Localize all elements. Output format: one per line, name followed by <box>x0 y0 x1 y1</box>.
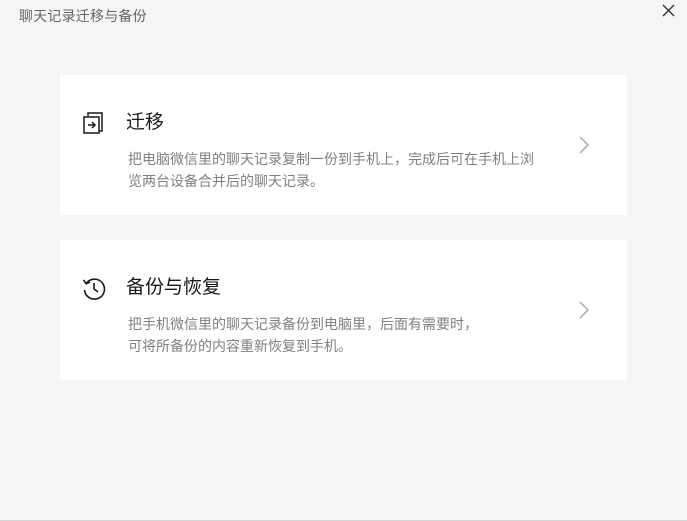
migrate-description: 把电脑微信里的聊天记录复制一份到手机上，完成后可在手机上浏 览两台设备合并后的聊… <box>128 149 573 193</box>
migrate-title: 迁移 <box>126 111 165 133</box>
migrate-card[interactable]: 迁移 把电脑微信里的聊天记录复制一份到手机上，完成后可在手机上浏 览两台设备合并… <box>60 75 627 215</box>
history-clock-icon <box>82 278 106 300</box>
backup-restore-card[interactable]: 备份与恢复 把手机微信里的聊天记录备份到电脑里，后面有需要时， 可将所备份的内容… <box>60 240 627 380</box>
backup-restore-title: 备份与恢复 <box>126 276 222 298</box>
window-title: 聊天记录迁移与备份 <box>19 9 147 25</box>
chat-history-migrate-backup-window: 聊天记录迁移与备份 迁移 把电脑微信里的聊天记录复制一份到手机上，完成后可在手机… <box>0 0 687 521</box>
close-icon <box>662 4 674 16</box>
migrate-icon <box>83 112 103 134</box>
backup-restore-description-line-1: 把手机微信里的聊天记录备份到电脑里，后面有需要时， <box>128 317 478 333</box>
migrate-description-line-2: 览两台设备合并后的聊天记录。 <box>128 174 324 190</box>
close-button[interactable] <box>659 1 677 19</box>
chevron-right-icon <box>579 136 590 154</box>
chevron-right-icon <box>579 301 590 319</box>
backup-restore-description: 把手机微信里的聊天记录备份到电脑里，后面有需要时， 可将所备份的内容重新恢复到手… <box>128 314 573 358</box>
migrate-description-line-1: 把电脑微信里的聊天记录复制一份到手机上，完成后可在手机上浏 <box>128 152 534 168</box>
backup-restore-description-line-2: 可将所备份的内容重新恢复到手机。 <box>128 339 352 355</box>
